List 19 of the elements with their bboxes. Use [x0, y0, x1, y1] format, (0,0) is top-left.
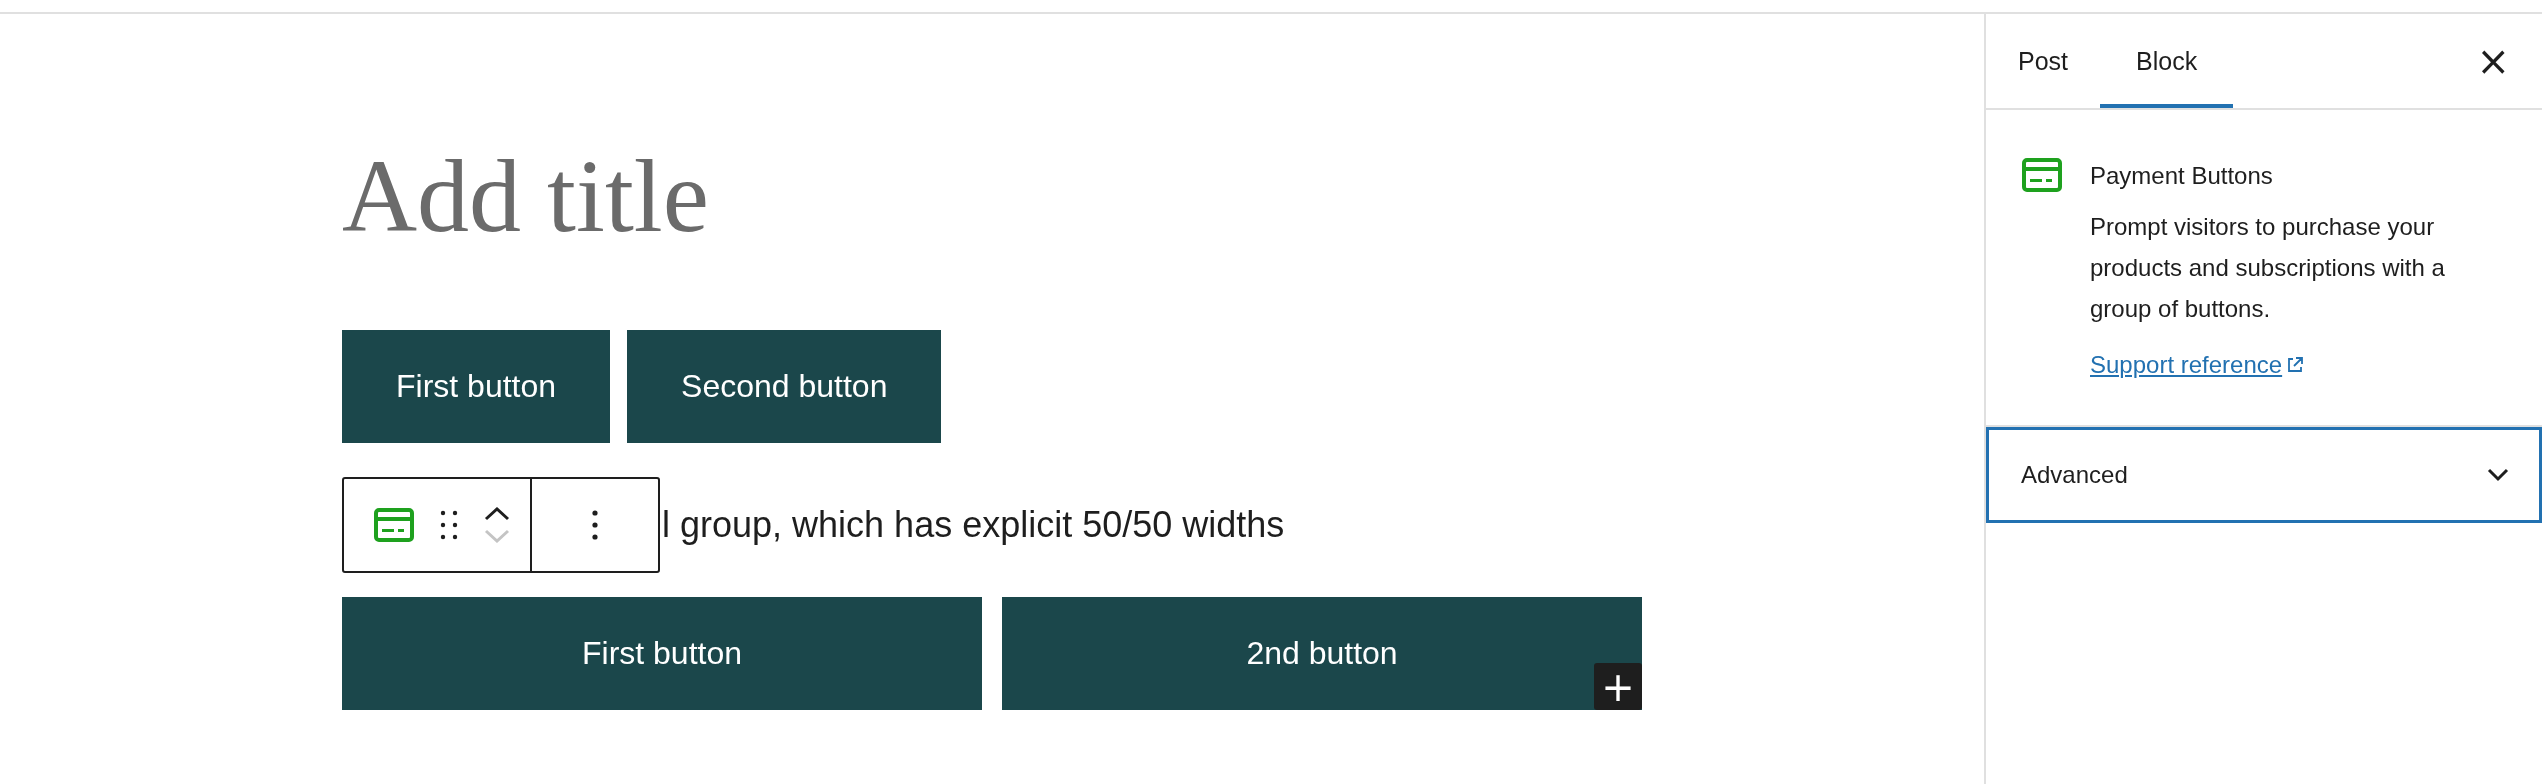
panel-header[interactable]: Advanced — [1986, 427, 2542, 523]
block-button[interactable]: Second button — [627, 330, 942, 443]
close-button[interactable]: × — [2468, 14, 2518, 108]
title-field[interactable]: Add title — [342, 144, 1984, 248]
external-link-icon — [2286, 356, 2305, 374]
block-button[interactable]: First button — [342, 330, 611, 443]
block-name: Payment Buttons — [2090, 162, 2274, 190]
card-icon — [2022, 158, 2062, 192]
sidebar-tab[interactable]: Block — [2100, 14, 2234, 108]
block-description: Prompt visitors to purchase your products and subscriptions with a group of buttons. — [2090, 212, 2446, 324]
paragraph-text: l group, which has explicit 50/50 widths — [662, 504, 1285, 546]
card-icon[interactable] — [374, 508, 414, 542]
add-block-button[interactable]: + — [1594, 663, 1642, 710]
move-up-icon[interactable] — [484, 507, 510, 521]
support-link[interactable]: Support reference — [2090, 351, 2283, 379]
more-options-icon[interactable] — [592, 510, 598, 540]
sidebar-tab[interactable]: Post — [2000, 14, 2087, 108]
drag-handle-icon[interactable] — [440, 510, 458, 540]
block-button[interactable]: First button — [342, 597, 982, 710]
